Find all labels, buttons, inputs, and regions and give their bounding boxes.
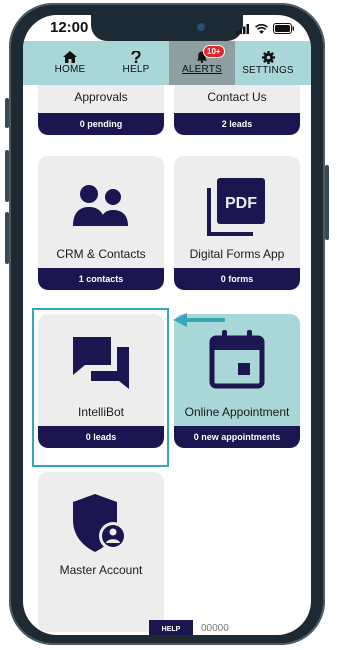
pdf-icon: PDF: [207, 178, 265, 236]
tile-digital-forms-status: 0 forms: [174, 268, 300, 290]
footer: HELP 00000: [149, 620, 269, 635]
nav-alerts[interactable]: ALERTS 10+: [169, 41, 235, 85]
camera-icon: [197, 23, 205, 31]
calendar-icon: [209, 330, 265, 389]
notch: [91, 15, 243, 41]
top-nav-bar: HOME HELP ALERTS 10+ SETTINGS: [23, 41, 311, 85]
tile-intellibot-title: IntelliBot: [77, 405, 125, 419]
tile-intellibot[interactable]: IntelliBot 0 leads: [38, 314, 164, 448]
tile-online-appointment-title: Online Appointment: [184, 405, 290, 419]
nav-home-label: HOME: [54, 64, 86, 75]
shield-user-icon: [73, 494, 127, 552]
tiles-grid: Approvals 0 pending Contact Us 2 leads C…: [23, 85, 311, 635]
pointer-arrow-icon: [173, 313, 225, 327]
nav-help[interactable]: HELP: [103, 41, 169, 85]
tile-approvals[interactable]: Approvals 0 pending: [38, 85, 164, 135]
tile-contact-us-title: Contact Us: [207, 90, 267, 104]
footer-help-button[interactable]: HELP: [149, 620, 193, 635]
home-icon: [63, 51, 77, 63]
tile-online-appointment-status: 0 new appointments: [174, 426, 300, 448]
volume-down-button: [5, 212, 9, 264]
phone-screen: 12:00 HOME HELP ALERTS 10+ SETTINGS Appr…: [23, 15, 311, 635]
tile-master-account-title: Master Account: [59, 563, 143, 577]
wifi-icon: [255, 23, 268, 34]
status-bar: 12:00: [23, 15, 311, 41]
question-icon: [131, 51, 141, 63]
tile-approvals-status: 0 pending: [38, 113, 164, 135]
tile-digital-forms-title: Digital Forms App: [189, 247, 285, 261]
tile-online-appointment[interactable]: Online Appointment 0 new appointments: [174, 314, 300, 448]
tile-approvals-title: Approvals: [74, 90, 128, 104]
tile-contact-us[interactable]: Contact Us 2 leads: [174, 85, 300, 135]
tile-crm-contacts-title: CRM & Contacts: [56, 247, 146, 261]
gear-icon: [261, 50, 275, 64]
alerts-badge: 10+: [203, 45, 225, 58]
nav-settings-label: SETTINGS: [242, 64, 294, 76]
tile-contact-us-status: 2 leads: [174, 113, 300, 135]
svg-text:PDF: PDF: [225, 195, 257, 212]
tile-digital-forms[interactable]: PDF Digital Forms App 0 forms: [174, 156, 300, 290]
tile-intellibot-status: 0 leads: [38, 426, 164, 448]
tile-master-account[interactable]: Master Account: [38, 472, 164, 632]
tile-crm-contacts-status: 1 contacts: [38, 268, 164, 290]
nav-alerts-label: ALERTS: [182, 64, 222, 75]
nav-settings[interactable]: SETTINGS: [235, 41, 301, 85]
chat-icon: [73, 337, 129, 389]
battery-icon: [273, 23, 294, 34]
nav-help-label: HELP: [122, 64, 150, 75]
footer-number: 00000: [201, 623, 229, 634]
signal-icon: [236, 23, 249, 34]
status-icons: [236, 23, 295, 34]
users-icon: [73, 185, 128, 226]
status-time: 12:00: [50, 19, 89, 36]
nav-home[interactable]: HOME: [37, 41, 103, 85]
volume-up-button: [5, 150, 9, 202]
tile-crm-contacts[interactable]: CRM & Contacts 1 contacts: [38, 156, 164, 290]
mute-switch: [5, 98, 9, 128]
power-button: [325, 165, 329, 240]
